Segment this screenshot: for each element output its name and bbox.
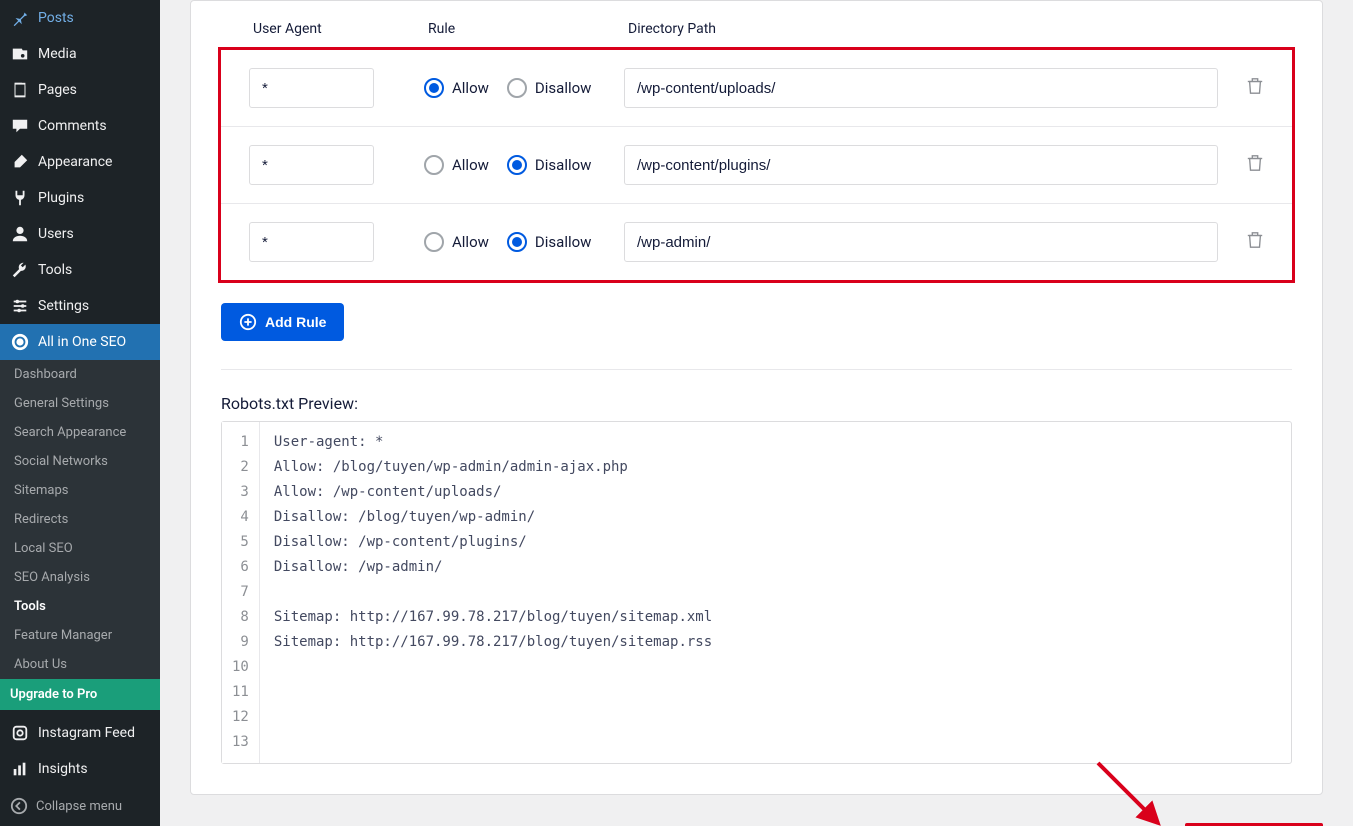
page-icon — [11, 81, 29, 99]
admin-sidebar: Posts Media Pages Comments Appearance Plugins… — [0, 0, 160, 826]
menu-label: Media — [38, 46, 77, 62]
menu-label: Comments — [38, 118, 107, 134]
col-header-path: Directory Path — [628, 21, 1292, 37]
delete-rule-button[interactable] — [1246, 154, 1264, 176]
menu-label: Tools — [38, 262, 72, 278]
rule-row: Allow Disallow — [221, 126, 1292, 203]
sub-tools[interactable]: Tools — [0, 592, 160, 621]
menu-label: Instagram Feed — [38, 725, 135, 741]
sub-about-us[interactable]: About Us — [0, 650, 160, 679]
robots-preview: 12345678910111213 User-agent: *Allow: /b… — [221, 421, 1292, 764]
code-line — [274, 730, 712, 755]
user-icon — [11, 225, 29, 243]
menu-label: Plugins — [38, 190, 84, 206]
pin-icon — [11, 9, 29, 27]
sub-social-networks[interactable]: Social Networks — [0, 447, 160, 476]
collapse-icon — [10, 797, 28, 815]
robots-editor-card: User Agent Rule Directory Path Allow Disa… — [190, 0, 1323, 795]
menu-label: Settings — [38, 298, 89, 314]
rule-row: Allow Disallow — [221, 50, 1292, 126]
code-line: Sitemap: http://167.99.78.217/blog/tuyen… — [274, 605, 712, 630]
code-line: Disallow: /blog/tuyen/wp-admin/ — [274, 505, 712, 530]
add-rule-button[interactable]: Add Rule — [221, 303, 344, 341]
aioseo-icon — [11, 333, 29, 351]
wrench-icon — [11, 261, 29, 279]
upgrade-to-pro[interactable]: Upgrade to Pro — [0, 679, 160, 710]
menu-label: Pages — [38, 82, 77, 98]
code-line: User-agent: * — [274, 430, 712, 455]
menu-label: All in One SEO — [38, 334, 126, 350]
collapse-menu[interactable]: Collapse menu — [0, 787, 160, 825]
allow-option[interactable]: Allow — [424, 232, 489, 252]
nav-insights[interactable]: Insights — [0, 751, 160, 787]
code-line — [274, 705, 712, 730]
code-line: Disallow: /wp-admin/ — [274, 555, 712, 580]
main-content: User Agent Rule Directory Path Allow Disa… — [160, 0, 1353, 826]
nav-comments[interactable]: Comments — [0, 108, 160, 144]
menu-label: Insights — [38, 761, 88, 777]
menu-label: Appearance — [38, 154, 112, 170]
delete-rule-button[interactable] — [1246, 77, 1264, 99]
plus-circle-icon — [239, 313, 257, 331]
brush-icon — [11, 153, 29, 171]
disallow-option[interactable]: Disallow — [507, 78, 592, 98]
nav-plugins[interactable]: Plugins — [0, 180, 160, 216]
allow-option[interactable]: Allow — [424, 78, 489, 98]
menu-label: Posts — [38, 10, 74, 26]
nav-posts[interactable]: Posts — [0, 0, 160, 36]
sub-feature-manager[interactable]: Feature Manager — [0, 621, 160, 650]
nav-instagram-feed[interactable]: Instagram Feed — [0, 715, 160, 751]
directory-path-input[interactable] — [624, 68, 1218, 108]
directory-path-input[interactable] — [624, 145, 1218, 185]
sub-dashboard[interactable]: Dashboard — [0, 360, 160, 389]
nav-tools[interactable]: Tools — [0, 252, 160, 288]
ig-icon — [11, 724, 29, 742]
sub-local-seo[interactable]: Local SEO — [0, 534, 160, 563]
nav-pages[interactable]: Pages — [0, 72, 160, 108]
col-header-rule: Rule — [428, 21, 628, 37]
sub-sitemaps[interactable]: Sitemaps — [0, 476, 160, 505]
trash-icon — [1246, 231, 1264, 249]
col-header-user-agent: User Agent — [253, 21, 428, 37]
nav-all-in-one-seo[interactable]: All in One SEO — [0, 324, 160, 360]
nav-appearance[interactable]: Appearance — [0, 144, 160, 180]
trash-icon — [1246, 154, 1264, 172]
code-line — [274, 580, 712, 605]
nav-users[interactable]: Users — [0, 216, 160, 252]
allow-option[interactable]: Allow — [424, 155, 489, 175]
directory-path-input[interactable] — [624, 222, 1218, 262]
plug-icon — [11, 189, 29, 207]
code-line: Allow: /wp-content/uploads/ — [274, 480, 712, 505]
delete-rule-button[interactable] — [1246, 231, 1264, 253]
user-agent-input[interactable] — [249, 145, 374, 185]
code-line: Disallow: /wp-content/plugins/ — [274, 530, 712, 555]
sub-general-settings[interactable]: General Settings — [0, 389, 160, 418]
user-agent-input[interactable] — [249, 222, 374, 262]
sub-search-appearance[interactable]: Search Appearance — [0, 418, 160, 447]
disallow-option[interactable]: Disallow — [507, 232, 592, 252]
disallow-option[interactable]: Disallow — [507, 155, 592, 175]
nav-settings[interactable]: Settings — [0, 288, 160, 324]
code-line — [274, 680, 712, 705]
aioseo-submenu: DashboardGeneral SettingsSearch Appearan… — [0, 360, 160, 679]
comment-icon — [11, 117, 29, 135]
sub-seo-analysis[interactable]: SEO Analysis — [0, 563, 160, 592]
nav-media[interactable]: Media — [0, 36, 160, 72]
code-line — [274, 655, 712, 680]
user-agent-input[interactable] — [249, 68, 374, 108]
code-line: Sitemap: http://167.99.78.217/blog/tuyen… — [274, 630, 712, 655]
insights-icon — [11, 760, 29, 778]
preview-label: Robots.txt Preview: — [221, 394, 1292, 413]
rule-row: Allow Disallow — [221, 203, 1292, 280]
rules-highlight: Allow Disallow Allow Disallow Allow Disallow — [218, 47, 1295, 283]
code-line: Allow: /blog/tuyen/wp-admin/admin-ajax.p… — [274, 455, 712, 480]
media-icon — [11, 45, 29, 63]
sliders-icon — [11, 297, 29, 315]
trash-icon — [1246, 77, 1264, 95]
menu-label: Users — [38, 226, 74, 242]
sub-redirects[interactable]: Redirects — [0, 505, 160, 534]
